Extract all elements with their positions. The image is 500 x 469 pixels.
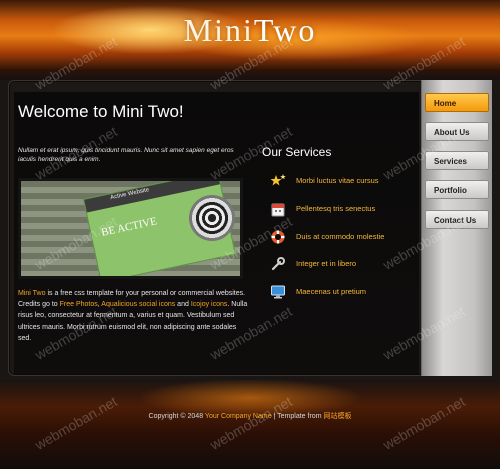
template-source-link[interactable]: 网站模板 xyxy=(323,413,351,420)
welcome-heading: Welcome to Mini Two! xyxy=(18,102,184,121)
logo-text-two: Two xyxy=(253,12,317,48)
service-label[interactable]: Pellentesq tris senectus xyxy=(296,204,375,213)
social-icons-link[interactable]: Aqualicious social icons xyxy=(101,301,175,308)
image-card-heading: BE ACTIVE xyxy=(100,215,158,239)
lifebuoy-icon xyxy=(271,230,285,244)
featured-image: Active Website BE ACTIVE xyxy=(18,178,243,279)
service-label[interactable]: Maecenas ut pretium xyxy=(296,287,366,296)
site-name-link[interactable]: Mini Two xyxy=(18,290,46,297)
intro-paragraph: Nullam et erat ipsum, quis tincidunt mau… xyxy=(18,147,234,163)
company-link[interactable]: Your Company Name xyxy=(205,413,272,420)
monitor-icon xyxy=(271,285,285,299)
copyright-text: Copyright © 2048 Your Company Name | Tem… xyxy=(0,411,500,421)
wrench-icon xyxy=(271,257,285,271)
service-item[interactable]: Morbi luctus vitae cursus xyxy=(270,172,420,190)
copyright-prefix: Copyright © 2048 xyxy=(148,413,205,420)
service-item[interactable]: Integer et in libero xyxy=(270,255,420,273)
logo-text-mini: Mini xyxy=(183,12,254,48)
nav-item-portfolio[interactable]: Portfolio xyxy=(425,180,489,199)
service-item[interactable]: Maecenas ut pretium xyxy=(270,283,420,301)
description-paragraph: Mini Two is a free css template for your… xyxy=(18,288,248,344)
icojoy-icons-link[interactable]: Icojoy icons xyxy=(191,301,228,308)
services-heading: Our Services xyxy=(262,145,332,159)
main-navigation: Home About Us Services Portfolio Contact… xyxy=(421,80,492,376)
nav-item-services[interactable]: Services xyxy=(425,151,489,170)
stars-icon xyxy=(270,174,286,186)
nav-item-contact-us[interactable]: Contact Us xyxy=(425,210,489,229)
service-label[interactable]: Morbi luctus vitae cursus xyxy=(296,176,379,185)
nav-item-about-us[interactable]: About Us xyxy=(425,122,489,141)
site-logo[interactable]: MiniTwo xyxy=(0,12,500,49)
calendar-icon xyxy=(271,203,285,217)
copyright-separator: | Template from xyxy=(271,413,324,420)
service-label[interactable]: Duis at commodo molestie xyxy=(296,232,384,241)
free-photos-link[interactable]: Free Photos xyxy=(60,301,98,308)
spiral-graphic xyxy=(189,195,235,241)
desc-text-3: and xyxy=(175,301,191,309)
service-item[interactable]: Duis at commodo molestie xyxy=(270,228,420,246)
service-item[interactable]: Pellentesq tris senectus xyxy=(270,200,420,218)
nav-item-home[interactable]: Home xyxy=(425,93,489,112)
footer-band xyxy=(0,380,500,469)
service-label[interactable]: Integer et in libero xyxy=(296,259,356,268)
